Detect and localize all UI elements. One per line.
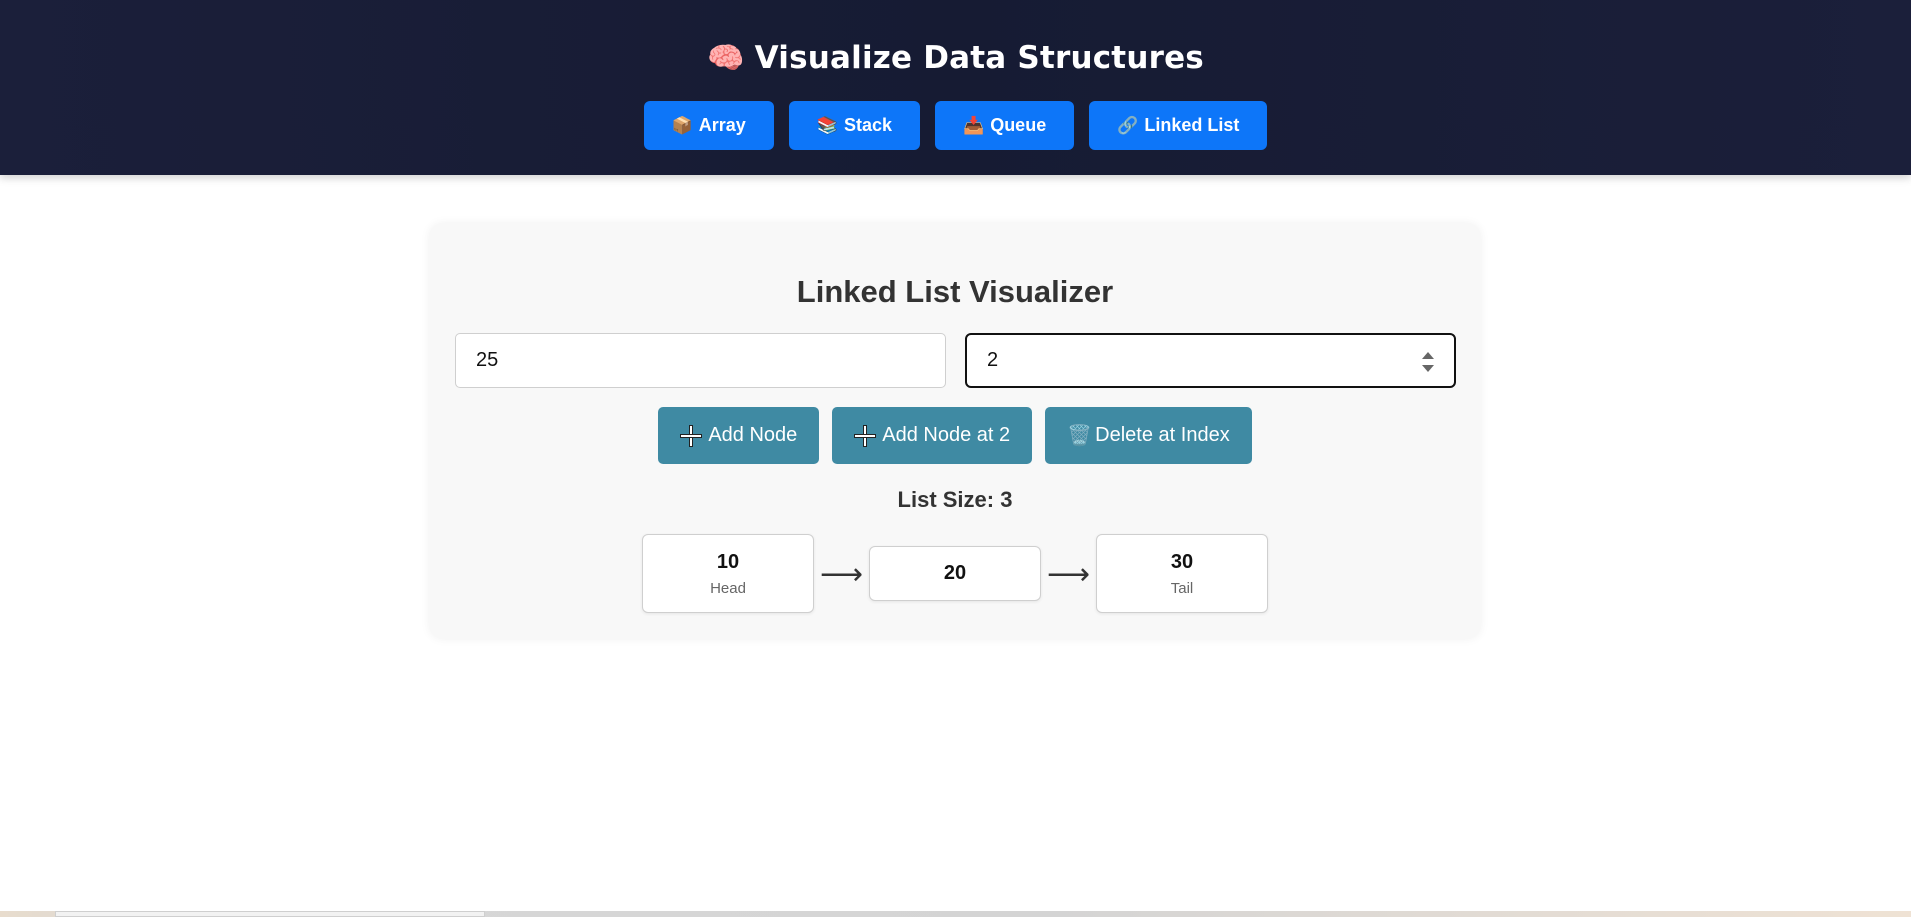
books-icon: 📚	[816, 115, 838, 135]
nav-array-button[interactable]: 📦 Array	[643, 101, 774, 150]
linked-list: 10 Head ⟶ 20 ⟶ 30 Tail	[430, 534, 1480, 613]
list-node-head: 10 Head	[642, 534, 814, 613]
node-value: 30	[1170, 550, 1194, 573]
nav-linked-list-label: Linked List	[1144, 115, 1240, 135]
app-header: 🧠 Visualize Data Structures 📦 Array 📚 Sta…	[0, 0, 1911, 175]
node-value: 10	[716, 550, 740, 573]
value-input[interactable]: 25	[455, 333, 946, 388]
plus-icon	[854, 424, 877, 447]
app-title-text: Visualize Data Structures	[754, 40, 1204, 76]
node-value: 20	[943, 562, 967, 584]
nav-stack-button[interactable]: 📚 Stack	[788, 101, 921, 150]
nav-queue-button[interactable]: 📥 Queue	[935, 101, 1075, 150]
list-node-tail: 30 Tail	[1096, 534, 1268, 613]
delete-at-index-label: Delete at Index	[1095, 424, 1230, 446]
plus-icon	[680, 424, 703, 447]
nav-linked-list-button[interactable]: 🔗 Linked List	[1089, 101, 1268, 150]
visualizer-card: Linked List Visualizer 25 2 Add Node Add…	[430, 224, 1480, 638]
add-node-button[interactable]: Add Node	[658, 407, 820, 464]
add-node-at-label: Add Node at 2	[882, 424, 1011, 446]
next-arrow-icon: ⟶	[1046, 557, 1090, 592]
nav-stack-label: Stack	[843, 115, 893, 135]
structure-nav: 📦 Array 📚 Stack 📥 Queue 🔗 Linked List	[0, 101, 1911, 150]
node-label: Head	[710, 579, 746, 597]
spinner-arrows-icon[interactable]	[1422, 352, 1434, 372]
app-title: 🧠 Visualize Data Structures	[0, 40, 1911, 76]
visualizer-title: Linked List Visualizer	[796, 274, 1114, 309]
brain-icon: 🧠	[707, 41, 745, 76]
node-label: Tail	[1170, 579, 1194, 597]
nav-queue-label: Queue	[990, 115, 1047, 135]
inbox-tray-icon: 📥	[963, 115, 985, 135]
list-size: List Size: 3	[897, 487, 1013, 512]
delete-at-index-button[interactable]: 🗑️ Delete at Index	[1045, 407, 1252, 464]
index-input[interactable]: 2	[965, 333, 1456, 388]
next-arrow-icon: ⟶	[819, 557, 863, 592]
action-buttons: Add Node Add Node at 2 🗑️ Delete at Inde…	[430, 407, 1480, 464]
bottom-tab	[55, 911, 485, 917]
add-node-label: Add Node	[708, 424, 798, 446]
trash-icon: 🗑️	[1067, 424, 1093, 447]
index-input-value: 2	[987, 349, 999, 371]
nav-array-label: Array	[698, 115, 746, 135]
link-icon: 🔗	[1117, 115, 1139, 135]
add-node-at-index-button[interactable]: Add Node at 2	[832, 407, 1033, 464]
box-icon: 📦	[671, 115, 693, 135]
list-node: 20	[869, 546, 1041, 601]
